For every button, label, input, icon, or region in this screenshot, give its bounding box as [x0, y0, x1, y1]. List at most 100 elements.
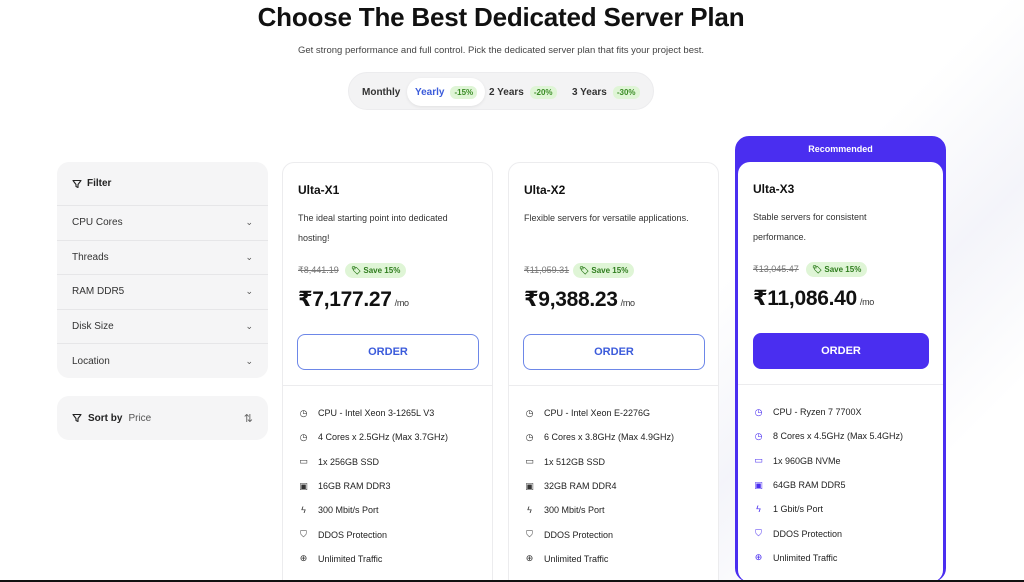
shield-icon: ⛉ [755, 528, 762, 539]
port-icon: ϟ [756, 504, 761, 515]
cpu-icon: ◷ [299, 407, 308, 418]
feature-item: ◷ 4 Cores x 2.5GHz (Max 3.7GHz) [298, 425, 448, 449]
feature-text: 64GB RAM DDR5 [773, 480, 846, 491]
order-button[interactable]: ORDER [297, 334, 479, 370]
feature-item: ◷ 8 Cores x 4.5GHz (Max 5.4GHz) [753, 424, 903, 448]
price-value: ₹9,388.23 [524, 288, 618, 311]
sort-direction-icon[interactable]: ⇅ [244, 412, 253, 425]
filter-icon [72, 413, 82, 423]
save-badge: 🏷 Save 15% [345, 263, 407, 278]
plan-name: Ulta-X3 [753, 182, 795, 196]
divider [283, 385, 492, 386]
price-period: /mo [394, 298, 409, 308]
filter-label: RAM DDR5 [72, 286, 125, 298]
plan-description: The ideal starting point into dedicated … [298, 213, 448, 243]
billing-period-toggle: Monthly Yearly -15% 2 Years -20% 3 Years… [348, 72, 654, 110]
chevron-down-icon: ⌄ [245, 286, 253, 297]
chevron-down-icon: ⌄ [245, 251, 253, 262]
feature-item: ϟ 1 Gbit/s Port [753, 497, 903, 521]
filter-label: Location [72, 355, 110, 367]
billing-option-2-years[interactable]: 2 Years -20% [489, 78, 557, 106]
disk-icon: ▭ [299, 456, 308, 467]
feature-item: ▣ 64GB RAM DDR5 [753, 473, 903, 497]
billing-option-label: Yearly [415, 86, 445, 98]
plan-description: Flexible servers for versatile applicati… [524, 213, 689, 223]
globe-icon: ⊕ [525, 553, 534, 564]
save-badge: 🏷 Save 15% [806, 262, 868, 277]
feature-item: ⊕ Unlimited Traffic [753, 546, 903, 570]
feature-item: ◷ 6 Cores x 3.8GHz (Max 4.9GHz) [524, 425, 674, 449]
plan-price: ₹11,086.40/mo [753, 286, 874, 311]
save-text: Save 15% [824, 265, 862, 274]
shield-icon: ⛉ [526, 529, 533, 540]
feature-text: Unlimited Traffic [318, 553, 383, 564]
chevron-down-icon: ⌄ [245, 217, 253, 228]
feature-list: ◷ CPU - Intel Xeon E-2276G ◷ 6 Cores x 3.8… [524, 401, 674, 571]
sort-control[interactable]: Sort by Price ⇅ [57, 396, 268, 440]
order-button[interactable]: ORDER [523, 334, 705, 370]
price-period: /mo [859, 297, 874, 307]
billing-option-monthly[interactable]: Monthly [362, 78, 400, 106]
billing-option-yearly[interactable]: Yearly -15% [407, 78, 486, 106]
feature-item: ⊕ Unlimited Traffic [524, 547, 674, 571]
recommended-badge: Recommended [808, 144, 873, 154]
filter-threads[interactable]: Threads ⌄ [57, 241, 268, 275]
filter-label: CPU Cores [72, 217, 123, 229]
disk-icon: ▭ [754, 455, 763, 466]
plan-description: Stable servers for consistent performanc… [753, 212, 867, 242]
feature-text: 300 Mbit/s Port [544, 505, 605, 516]
feature-text: Unlimited Traffic [544, 553, 609, 564]
globe-icon: ⊕ [299, 553, 308, 564]
feature-item: ϟ 300 Mbit/s Port [298, 498, 448, 522]
feature-text: CPU - Intel Xeon 3-1265L V3 [318, 408, 435, 419]
feature-item: ⛉ DDOS Protection [298, 522, 448, 546]
cpu-icon: ◷ [525, 407, 534, 418]
feature-item: ⛉ DDOS Protection [524, 522, 674, 546]
cores-icon: ◷ [754, 430, 763, 441]
filter-label: Disk Size [72, 320, 114, 332]
filter-cpu-cores[interactable]: CPU Cores ⌄ [57, 206, 268, 241]
port-icon: ϟ [527, 505, 532, 516]
price-period: /mo [620, 298, 635, 308]
port-icon: ϟ [301, 505, 306, 516]
plan-price: ₹7,177.27/mo [298, 287, 409, 312]
feature-item: ▣ 16GB RAM DDR3 [298, 474, 448, 498]
billing-option-3-years[interactable]: 3 Years -30% [572, 78, 640, 106]
price-value: ₹7,177.27 [298, 288, 392, 311]
billing-option-label: 2 Years [489, 86, 524, 98]
cores-icon: ◷ [525, 431, 534, 442]
ram-icon: ▣ [299, 480, 308, 491]
old-price: ₹11,059.31 [524, 265, 570, 275]
feature-text: CPU - Intel Xeon E-2276G [544, 408, 651, 419]
ram-icon: ▣ [525, 480, 534, 491]
sort-label: Sort by [88, 412, 123, 424]
chevron-down-icon: ⌄ [245, 320, 253, 331]
filter-disk-size[interactable]: Disk Size ⌄ [57, 310, 268, 344]
filter-icon [72, 179, 82, 188]
feature-item: ▭ 1x 256GB SSD [298, 450, 448, 474]
feature-text: CPU - Ryzen 7 7700X [773, 407, 862, 418]
filter-title: Filter [87, 178, 112, 189]
divider [509, 385, 718, 386]
feature-item: ◷ CPU - Intel Xeon 3-1265L V3 [298, 401, 448, 425]
discount-badge: -30% [612, 85, 640, 99]
feature-text: Unlimited Traffic [773, 552, 838, 563]
feature-item: ◷ CPU - Intel Xeon E-2276G [524, 401, 674, 425]
billing-option-label: Monthly [362, 86, 401, 98]
chevron-down-icon: ⌄ [245, 355, 253, 366]
plan-name: Ulta-X2 [524, 183, 566, 197]
cores-icon: ◷ [299, 431, 308, 442]
plan-card-body: Ulta-X3 Stable servers for consistent pe… [738, 162, 943, 582]
save-text: Save 15% [591, 266, 629, 275]
cpu-icon: ◷ [754, 406, 763, 417]
filter-ram[interactable]: RAM DDR5 ⌄ [57, 275, 268, 310]
order-button[interactable]: ORDER [753, 333, 929, 369]
feature-text: DDOS Protection [773, 528, 843, 539]
feature-text: 6 Cores x 3.8GHz (Max 4.9GHz) [544, 432, 675, 443]
feature-text: 1x 256GB SSD [318, 456, 380, 467]
save-text: Save 15% [363, 266, 401, 275]
feature-list: ◷ CPU - Intel Xeon 3-1265L V3 ◷ 4 Cores x … [298, 401, 448, 571]
filter-location[interactable]: Location ⌄ [57, 344, 268, 379]
feature-item: ▭ 1x 512GB SSD [524, 450, 674, 474]
discount-badge: -15% [450, 85, 478, 99]
